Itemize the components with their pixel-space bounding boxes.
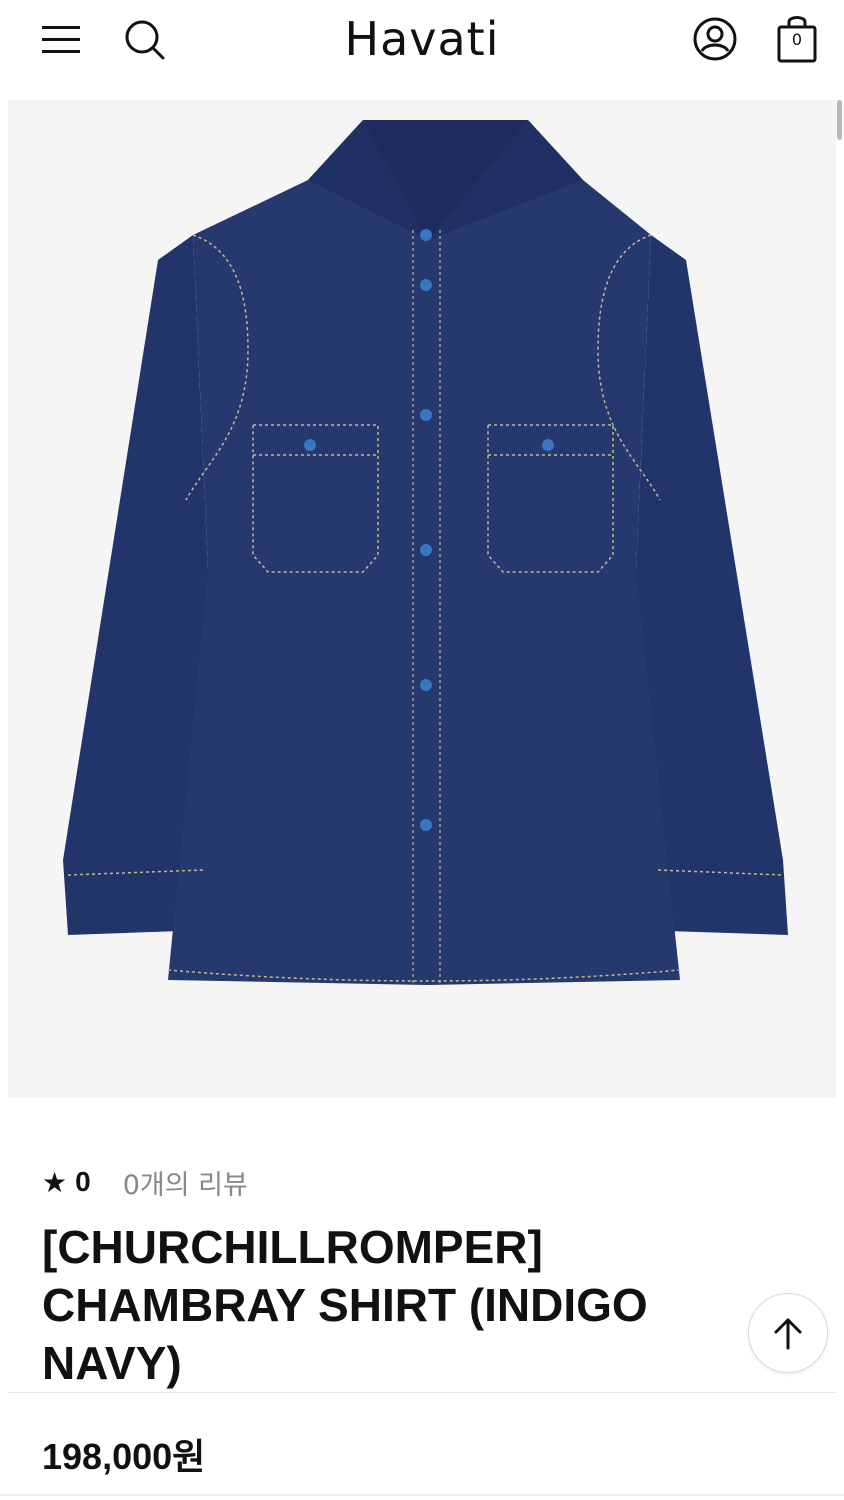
cart-button[interactable]: 0 xyxy=(776,12,818,64)
product-price: 198,000원 xyxy=(42,1436,206,1477)
divider xyxy=(8,1392,836,1393)
rating-value: 0 xyxy=(75,1166,91,1197)
denim-shirt-image xyxy=(63,120,788,985)
review-count-link[interactable]: 0개의 리뷰 xyxy=(123,1163,248,1202)
rating-row: ★ 0 0개의 리뷰 xyxy=(42,1163,248,1202)
arrow-up-icon xyxy=(774,1318,802,1350)
cart-count-badge: 0 xyxy=(791,30,803,49)
star-icon: ★ xyxy=(42,1166,68,1198)
account-button[interactable] xyxy=(690,14,740,64)
product-image[interactable] xyxy=(8,100,836,1098)
scroll-to-top-button[interactable] xyxy=(748,1293,828,1373)
product-title: [CHURCHILLROMPER] CHAMBRAY SHIRT (INDIGO… xyxy=(42,1221,648,1389)
top-header: Havati 0 xyxy=(0,0,844,100)
bottom-divider xyxy=(0,1494,844,1496)
account-icon xyxy=(693,17,737,61)
scrollbar[interactable] xyxy=(837,100,842,140)
